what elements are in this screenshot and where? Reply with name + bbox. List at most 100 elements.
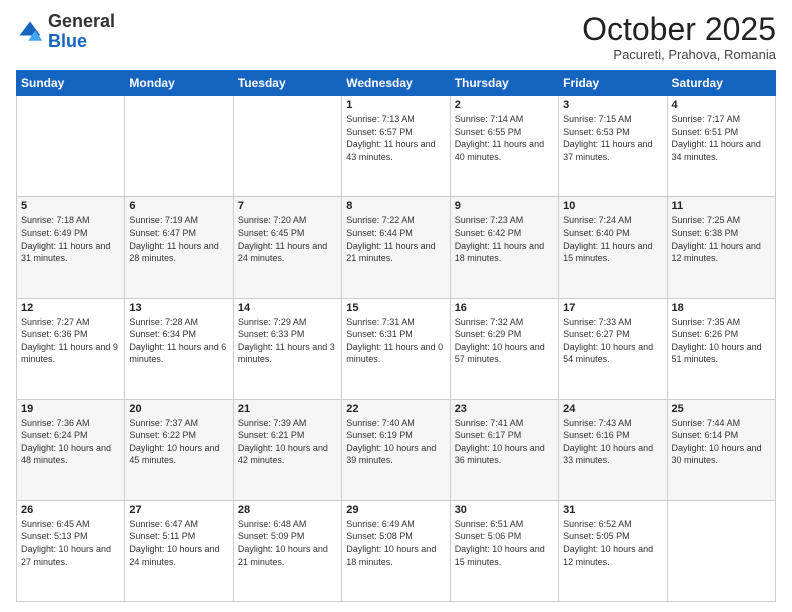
table-cell: 11 Sunrise: 7:25 AM Sunset: 6:38 PM Dayli… [667,197,775,298]
header-right: October 2025 Pacureti, Prahova, Romania [582,12,776,62]
header: General Blue October 2025 Pacureti, Prah… [16,12,776,62]
week-row-0: 1 Sunrise: 7:13 AM Sunset: 6:57 PM Daylig… [17,96,776,197]
day-number: 16 [455,302,554,314]
day-info: Sunrise: 7:23 AM Sunset: 6:42 PM Dayligh… [455,214,554,264]
day-info: Sunrise: 7:33 AM Sunset: 6:27 PM Dayligh… [563,316,662,366]
table-cell: 3Sunrise: 7:15 AM Sunset: 6:53 PM Daylig… [559,96,667,197]
day-info: Sunrise: 7:14 AM Sunset: 6:55 PM Dayligh… [455,113,554,163]
day-number: 1 [346,99,445,111]
day-info: Sunrise: 7:43 AM Sunset: 6:16 PM Dayligh… [563,417,662,467]
day-info: Sunrise: 7:35 AM Sunset: 6:26 PM Dayligh… [672,316,771,366]
table-cell: 9 Sunrise: 7:23 AM Sunset: 6:42 PM Daylig… [450,197,558,298]
calendar-header-row: Sunday Monday Tuesday Wednesday Thursday… [17,71,776,96]
day-number: 4 [672,99,771,111]
day-number: 30 [455,504,554,516]
table-cell: 10 Sunrise: 7:24 AM Sunset: 6:40 PM Dayli… [559,197,667,298]
table-cell: 16 Sunrise: 7:32 AM Sunset: 6:29 PM Dayli… [450,298,558,399]
day-number: 31 [563,504,662,516]
day-number: 15 [346,302,445,314]
day-number: 27 [129,504,228,516]
col-tuesday: Tuesday [233,71,341,96]
day-info: Sunrise: 7:32 AM Sunset: 6:29 PM Dayligh… [455,316,554,366]
day-info: Sunrise: 7:36 AM Sunset: 6:24 PM Dayligh… [21,417,120,467]
day-info: Sunrise: 6:49 AM Sunset: 5:08 PM Dayligh… [346,518,445,568]
day-info: Sunrise: 7:28 AM Sunset: 6:34 PM Dayligh… [129,316,228,366]
day-info: Sunrise: 7:17 AM Sunset: 6:51 PM Dayligh… [672,113,771,163]
day-info: Sunrise: 7:20 AM Sunset: 6:45 PM Dayligh… [238,214,337,264]
day-number: 2 [455,99,554,111]
table-cell: 13 Sunrise: 7:28 AM Sunset: 6:34 PM Dayli… [125,298,233,399]
week-row-4: 26 Sunrise: 6:45 AM Sunset: 5:13 PM Dayli… [17,500,776,601]
day-number: 18 [672,302,771,314]
col-sunday: Sunday [17,71,125,96]
day-number: 13 [129,302,228,314]
day-number: 24 [563,403,662,415]
day-info: Sunrise: 7:40 AM Sunset: 6:19 PM Dayligh… [346,417,445,467]
day-number: 20 [129,403,228,415]
location: Pacureti, Prahova, Romania [582,47,776,62]
day-info: Sunrise: 7:18 AM Sunset: 6:49 PM Dayligh… [21,214,120,264]
table-cell: 24 Sunrise: 7:43 AM Sunset: 6:16 PM Dayli… [559,399,667,500]
col-monday: Monday [125,71,233,96]
day-number: 26 [21,504,120,516]
calendar-table: Sunday Monday Tuesday Wednesday Thursday… [16,70,776,602]
day-info: Sunrise: 6:51 AM Sunset: 5:06 PM Dayligh… [455,518,554,568]
day-info: Sunrise: 7:22 AM Sunset: 6:44 PM Dayligh… [346,214,445,264]
table-cell [125,96,233,197]
day-number: 23 [455,403,554,415]
col-thursday: Thursday [450,71,558,96]
day-number: 10 [563,200,662,212]
day-info: Sunrise: 7:39 AM Sunset: 6:21 PM Dayligh… [238,417,337,467]
day-number: 9 [455,200,554,212]
day-info: Sunrise: 6:45 AM Sunset: 5:13 PM Dayligh… [21,518,120,568]
table-cell: 23 Sunrise: 7:41 AM Sunset: 6:17 PM Dayli… [450,399,558,500]
day-info: Sunrise: 7:27 AM Sunset: 6:36 PM Dayligh… [21,316,120,366]
day-number: 11 [672,200,771,212]
table-cell: 1 Sunrise: 7:13 AM Sunset: 6:57 PM Daylig… [342,96,450,197]
table-cell: 30 Sunrise: 6:51 AM Sunset: 5:06 PM Dayli… [450,500,558,601]
table-cell [233,96,341,197]
table-cell: 6Sunrise: 7:19 AM Sunset: 6:47 PM Daylig… [125,197,233,298]
day-number: 8 [346,200,445,212]
table-cell: 19Sunrise: 7:36 AM Sunset: 6:24 PM Dayli… [17,399,125,500]
table-cell: 27 Sunrise: 6:47 AM Sunset: 5:11 PM Dayli… [125,500,233,601]
day-number: 22 [346,403,445,415]
day-number: 29 [346,504,445,516]
table-cell: 12 Sunrise: 7:27 AM Sunset: 6:36 PM Dayli… [17,298,125,399]
table-cell: 22 Sunrise: 7:40 AM Sunset: 6:19 PM Dayli… [342,399,450,500]
day-info: Sunrise: 7:24 AM Sunset: 6:40 PM Dayligh… [563,214,662,264]
day-number: 25 [672,403,771,415]
col-friday: Friday [559,71,667,96]
table-cell: 4 Sunrise: 7:17 AM Sunset: 6:51 PM Daylig… [667,96,775,197]
day-info: Sunrise: 7:37 AM Sunset: 6:22 PM Dayligh… [129,417,228,467]
week-row-3: 19Sunrise: 7:36 AM Sunset: 6:24 PM Dayli… [17,399,776,500]
table-cell: 14Sunrise: 7:29 AM Sunset: 6:33 PM Dayli… [233,298,341,399]
table-cell: 28Sunrise: 6:48 AM Sunset: 5:09 PM Dayli… [233,500,341,601]
day-info: Sunrise: 6:47 AM Sunset: 5:11 PM Dayligh… [129,518,228,568]
day-info: Sunrise: 7:41 AM Sunset: 6:17 PM Dayligh… [455,417,554,467]
day-info: Sunrise: 7:25 AM Sunset: 6:38 PM Dayligh… [672,214,771,264]
table-cell: 8 Sunrise: 7:22 AM Sunset: 6:44 PM Daylig… [342,197,450,298]
day-number: 12 [21,302,120,314]
table-cell: 21 Sunrise: 7:39 AM Sunset: 6:21 PM Dayli… [233,399,341,500]
table-cell: 7Sunrise: 7:20 AM Sunset: 6:45 PM Daylig… [233,197,341,298]
logo-general: General [48,11,115,31]
day-number: 28 [238,504,337,516]
logo-text: General Blue [48,12,115,52]
table-cell: 26 Sunrise: 6:45 AM Sunset: 5:13 PM Dayli… [17,500,125,601]
table-cell [667,500,775,601]
table-cell: 2 Sunrise: 7:14 AM Sunset: 6:55 PM Daylig… [450,96,558,197]
table-cell: 31Sunrise: 6:52 AM Sunset: 5:05 PM Dayli… [559,500,667,601]
day-info: Sunrise: 7:13 AM Sunset: 6:57 PM Dayligh… [346,113,445,163]
table-cell: 25Sunrise: 7:44 AM Sunset: 6:14 PM Dayli… [667,399,775,500]
table-cell: 5Sunrise: 7:18 AM Sunset: 6:49 PM Daylig… [17,197,125,298]
table-cell [17,96,125,197]
day-number: 3 [563,99,662,111]
week-row-1: 5Sunrise: 7:18 AM Sunset: 6:49 PM Daylig… [17,197,776,298]
logo-blue: Blue [48,31,87,51]
col-wednesday: Wednesday [342,71,450,96]
day-number: 21 [238,403,337,415]
day-info: Sunrise: 7:31 AM Sunset: 6:31 PM Dayligh… [346,316,445,366]
day-number: 6 [129,200,228,212]
day-number: 14 [238,302,337,314]
